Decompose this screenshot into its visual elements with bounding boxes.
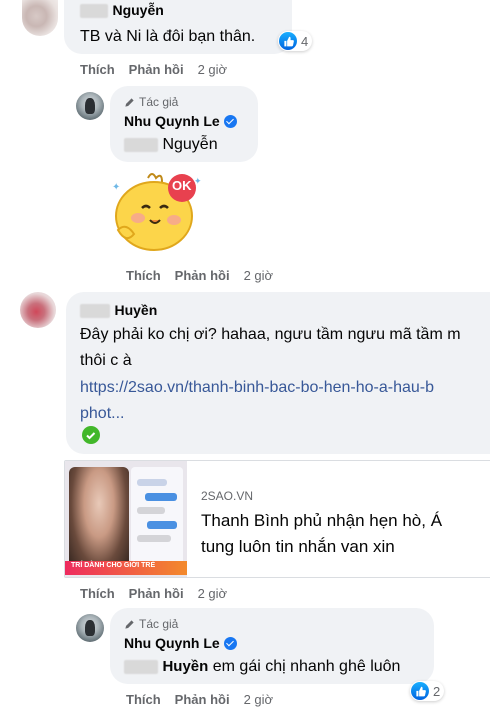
svg-text:✦: ✦ — [112, 182, 120, 193]
timestamp[interactable]: 2 giờ — [244, 692, 274, 707]
preview-title-line2: tung luôn tin nhắn van xin — [201, 537, 395, 556]
reply-button[interactable]: Phản hồi — [175, 268, 230, 283]
comment-actions: Thích Phản hồi 2 giờ — [80, 62, 227, 77]
like-button[interactable]: Thích — [126, 692, 161, 707]
like-reaction-icon — [279, 32, 297, 50]
like-button[interactable]: Thích — [80, 586, 115, 601]
comment-text: Đây phải ko chị ơi? hahaa, ngưu tầm ngưu… — [80, 323, 461, 373]
comment-text-line1: Đây phải ko chị ơi? hahaa, ngưu tầm ngưu… — [80, 326, 461, 343]
mention-name[interactable]: Huyền — [162, 658, 208, 675]
author-name[interactable]: Nguyễn — [112, 2, 163, 18]
reply-author[interactable]: Nhu Quynh Le — [124, 113, 237, 131]
sticker-text: OK — [172, 178, 192, 193]
reaction-count[interactable]: 4 — [278, 31, 313, 51]
shared-link[interactable]: https://2sao.vn/thanh-binh-bac-bo-hen-ho… — [80, 376, 434, 426]
comment-text-line2: thôi c à — [80, 352, 132, 369]
link-preview-card[interactable]: TRÍ DÀNH CHO GIỚI TRẺ 2SAO.VN Thanh Bình… — [64, 460, 490, 578]
blurred-name — [80, 3, 108, 18]
commenter-avatar[interactable] — [20, 292, 56, 328]
comment-actions: Thích Phản hồi 2 giờ — [80, 586, 227, 601]
reply-author[interactable]: Nhu Quynh Le — [124, 635, 237, 653]
comment-bubble: Nguyễn TB và Ni là đôi bạn thân. — [64, 0, 292, 54]
comment-author[interactable]: Nguyễn — [80, 2, 164, 20]
author-avatar[interactable] — [76, 614, 104, 642]
thumb-caption: TRÍ DÀNH CHO GIỚI TRẺ — [71, 562, 156, 569]
like-button[interactable]: Thích — [80, 62, 115, 77]
author-name[interactable]: Nhu Quynh Le — [124, 635, 220, 651]
reply-button[interactable]: Phản hồi — [129, 586, 184, 601]
author-tag-label: Tác giả — [139, 617, 179, 631]
blurred-name — [80, 303, 110, 318]
reply-actions: Thích Phản hồi 2 giờ — [126, 692, 273, 707]
thumb-face — [69, 467, 129, 571]
reply-message: em gái chị nhanh ghê luôn — [212, 658, 401, 675]
author-tag: Tác giả — [124, 95, 178, 109]
reply-bubble: Tác giả Nhu Quynh Le Nguyễn — [110, 86, 258, 162]
link-line1[interactable]: https://2sao.vn/thanh-binh-bac-bo-hen-ho… — [80, 376, 434, 400]
preview-domain: 2SAO.VN — [201, 489, 254, 503]
author-avatar[interactable] — [76, 92, 104, 120]
comment-author[interactable]: Huyền — [80, 302, 157, 320]
author-tag-label: Tác giả — [139, 95, 179, 109]
like-reaction-icon — [411, 682, 429, 700]
like-button[interactable]: Thích — [126, 268, 161, 283]
timestamp[interactable]: 2 giờ — [244, 268, 274, 283]
verified-badge-icon — [223, 115, 237, 129]
comment-bubble: Huyền Đây phải ko chị ơi? hahaa, ngưu tầ… — [66, 292, 490, 454]
preview-title: Thanh Bình phủ nhận hẹn hò, Á tung luôn … — [201, 509, 442, 559]
mention-name[interactable]: Nguyễn — [162, 136, 217, 153]
thumb-chat — [131, 467, 183, 571]
timestamp[interactable]: 2 giờ — [198, 586, 228, 601]
link-line2[interactable]: phot... — [80, 402, 434, 426]
author-tag: Tác giả — [124, 617, 178, 631]
reply-bubble: Tác giả Nhu Quynh Le Huyền em gái chị nh… — [110, 608, 434, 684]
reply-button[interactable]: Phản hồi — [129, 62, 184, 77]
pencil-icon — [125, 619, 134, 629]
timestamp[interactable]: 2 giờ — [198, 62, 228, 77]
reply-button[interactable]: Phản hồi — [175, 692, 230, 707]
check-circle-icon — [82, 426, 100, 444]
reaction-number: 4 — [301, 33, 309, 49]
reply-text: Huyền em gái chị nhanh ghê luôn — [124, 655, 400, 679]
verified-badge-icon — [223, 637, 237, 651]
ok-chick-sticker[interactable]: ✦ ✦ OK — [108, 170, 204, 254]
mention[interactable]: Nguyễn — [124, 133, 218, 157]
comment-text: TB và Ni là đôi bạn thân. — [80, 28, 256, 45]
author-name[interactable]: Nhu Quynh Le — [124, 113, 220, 129]
commenter-avatar[interactable] — [22, 0, 58, 36]
reaction-number: 2 — [433, 683, 441, 699]
blurred-name — [124, 137, 158, 152]
pencil-icon — [125, 97, 134, 107]
preview-title-line1: Thanh Bình phủ nhận hẹn hò, Á — [201, 511, 443, 530]
author-name[interactable]: Huyền — [114, 302, 157, 318]
reply-actions: Thích Phản hồi 2 giờ — [126, 268, 273, 283]
reaction-count[interactable]: 2 — [410, 681, 445, 701]
preview-thumbnail: TRÍ DÀNH CHO GIỚI TRẺ — [65, 461, 187, 577]
blurred-name — [124, 659, 158, 674]
